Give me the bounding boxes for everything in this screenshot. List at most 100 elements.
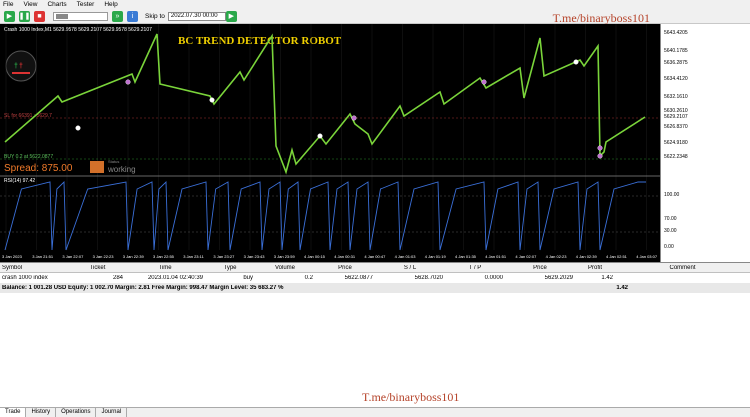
time-tick-label: 3 Jan 22:55	[153, 254, 175, 259]
terminal-panel: Symbol Ticket Time Type Volume Price S / LT / …	[0, 262, 750, 417]
table-cell: 1.42	[601, 275, 613, 281]
time-tick-label: 3 Jan 23:27	[213, 254, 235, 259]
terminal-header: Symbol Ticket Time Type Volume Price S / LT / …	[0, 263, 750, 273]
chart-grid	[5, 24, 647, 250]
column-header[interactable]: Comment	[615, 265, 750, 271]
table-cell: 5629.2029	[544, 275, 573, 281]
spread-label: Spread: 875.00	[4, 163, 73, 174]
balance-summary: Balance: 1 001.28 USD Equity: 1 002.70 M…	[2, 285, 284, 291]
menu-view[interactable]: View	[23, 1, 37, 8]
trade-marker-icon[interactable]	[75, 125, 81, 131]
status-text: working	[107, 165, 136, 174]
rsi-label: RSI(14) 97.42	[4, 178, 35, 184]
time-tick-label: 4 Jan 00:31	[334, 254, 356, 259]
trade-marker-icon[interactable]	[351, 115, 357, 121]
time-tick-label: 4 Jan 00:15	[304, 254, 326, 259]
speed-slider[interactable]	[53, 11, 108, 21]
svg-text:†: †	[19, 63, 23, 70]
info-icon[interactable]: i	[127, 10, 138, 22]
rsi-tick-label: 30.00	[664, 228, 677, 234]
column-header[interactable]: Price	[505, 265, 575, 271]
trade-marker-icon[interactable]	[209, 97, 215, 103]
time-tick-label: 3 Jan 23:43	[244, 254, 266, 259]
play-icon[interactable]: ▶	[4, 10, 15, 22]
time-tick-label: 4 Jan 02:51	[606, 254, 628, 259]
menu-tester[interactable]: Tester	[77, 1, 95, 8]
time-tick-label: 4 Jan 02:07	[515, 254, 537, 259]
price-tick-label: 5622.2348	[664, 154, 688, 160]
time-tick-label: 4 Jan 03:07	[636, 254, 658, 259]
price-tick-label: 5634.4120	[664, 76, 688, 82]
time-tick-label: 3 Jan 21:51	[32, 254, 54, 259]
table-cell: 284	[112, 275, 123, 281]
price-chart[interactable]: Crash 1000 Index,M1 5629.9578 5629.2107 …	[0, 24, 660, 262]
time-tick-label: 3 Jan 22:07	[62, 254, 84, 259]
trade-marker-icon[interactable]	[597, 145, 603, 151]
svg-text:†: †	[14, 63, 18, 70]
table-cell: buy	[243, 275, 253, 281]
column-header[interactable]: Price	[315, 265, 375, 271]
trade-markers	[75, 59, 603, 159]
pause-icon[interactable]: ❚❚	[19, 10, 30, 22]
skip-to-label: Skip to	[145, 12, 165, 20]
skip-go-icon[interactable]: ▶	[225, 10, 237, 22]
table-cell: crash 1000 index	[2, 275, 48, 281]
price-tick-label: 5643.4205	[664, 30, 688, 36]
trade-marker-icon[interactable]	[597, 153, 603, 159]
menu-file[interactable]: File	[3, 1, 13, 8]
menu-charts[interactable]: Charts	[47, 1, 66, 8]
time-tick-label: 3 Jan 22:39	[123, 254, 145, 259]
price-tick-label: 5624.9180	[664, 140, 688, 146]
skip-to-input[interactable]	[167, 11, 226, 21]
time-tick-label: 4 Jan 01:35	[455, 254, 477, 259]
fast-forward-icon[interactable]: »	[112, 10, 123, 22]
table-cell: 5628.7020	[414, 275, 443, 281]
time-tick-label: 3 Jan 22:23	[93, 254, 115, 259]
price-series-line	[4, 33, 646, 175]
time-tick-label: 4 Jan 02:39	[576, 254, 598, 259]
table-row[interactable]: crash 1000 index 284 2023.01.04 02:40:39 bu…	[0, 273, 750, 283]
sl-label: SL for 66391 : 5629.7	[4, 113, 52, 119]
price-axis[interactable]: 5643.4205 5640.1785 5636.2875 5634.4120 5632…	[660, 24, 750, 262]
price-tick-label: 5636.2875	[664, 60, 688, 66]
trade-marker-icon[interactable]	[481, 79, 487, 85]
table-cell: 2023.01.04 02:40:39	[147, 275, 203, 281]
time-tick-label: 4 Jan 02:23	[546, 254, 568, 259]
price-tick-label: 5626.8370	[664, 124, 688, 130]
chart-canvas: Crash 1000 Index,M1 5629.9578 5629.2107 …	[0, 24, 660, 259]
stop-icon[interactable]: ■	[34, 10, 45, 22]
trade-marker-icon[interactable]	[317, 133, 323, 139]
price-tick-label: 5632.1610	[664, 94, 688, 100]
column-header[interactable]: Time	[125, 265, 205, 271]
column-header[interactable]: Profit	[575, 265, 615, 271]
time-tick-label: 3 Jan 2023	[2, 254, 23, 259]
robot-title: BC TREND DETECTOR ROBOT	[178, 35, 342, 47]
time-tick-label: 4 Jan 01:19	[425, 254, 447, 259]
time-tick-label: 3 Jan 23:11	[183, 254, 204, 259]
buy-label: BUY 0.2 at 5622.0877	[4, 154, 53, 160]
rsi-tick-label: 100.00	[664, 192, 680, 198]
column-header[interactable]: Type	[205, 265, 255, 271]
rsi-tick-label: 70.00	[664, 216, 677, 222]
column-header[interactable]: S / L	[375, 265, 445, 271]
column-header[interactable]: Symbol	[0, 265, 70, 271]
price-axis-canvas: 5643.4205 5640.1785 5636.2875 5634.4120 5632…	[664, 30, 688, 250]
time-tick-label: 4 Jan 01:03	[395, 254, 417, 259]
column-header[interactable]: Volume	[255, 265, 315, 271]
brand-watermark-bottom: T.me/binaryboss101	[362, 390, 460, 404]
speed-slider-knob[interactable]	[56, 13, 68, 19]
rsi-series-line	[4, 180, 646, 251]
column-header[interactable]: T / P	[445, 265, 505, 271]
menu-help[interactable]: Help	[104, 1, 117, 8]
column-header[interactable]: Ticket	[70, 265, 125, 271]
robot-logo-icon: † †	[5, 50, 37, 82]
time-tick-label: 3 Jan 23:59	[274, 254, 296, 259]
table-cell: 0.2	[304, 275, 313, 281]
chart-info-label: Crash 1000 Index,M1 5629.9578 5629.2107 …	[4, 27, 152, 33]
balance-profit: 1.42	[616, 285, 628, 291]
balance-row: Balance: 1 001.28 USD Equity: 1 002.70 M…	[0, 283, 750, 293]
table-cell: 5622.0877	[344, 275, 373, 281]
trade-marker-icon[interactable]	[573, 59, 579, 65]
time-axis-labels: 3 Jan 2023 3 Jan 21:51 3 Jan 22:07 3 Jan 22…	[2, 254, 658, 259]
trade-marker-icon[interactable]	[125, 79, 131, 85]
